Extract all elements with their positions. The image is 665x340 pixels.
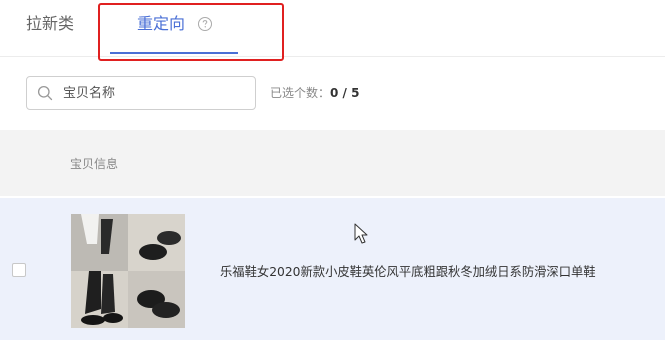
search-input[interactable]: [63, 79, 249, 107]
selected-count-value: 0 / 5: [330, 86, 360, 100]
tab-laxin[interactable]: 拉新类: [26, 13, 74, 35]
table-row[interactable]: 乐福鞋女2020新款小皮鞋英伦风平底粗跟秋冬加绒日系防滑深口单鞋: [0, 198, 665, 340]
column-header-product-info: 宝贝信息: [70, 157, 119, 171]
annotation-highlight-box: [98, 3, 284, 61]
row-checkbox[interactable]: [12, 263, 26, 277]
selected-count-label: 已选个数：: [270, 86, 331, 100]
product-title[interactable]: 乐福鞋女2020新款小皮鞋英伦风平底粗跟秋冬加绒日系防滑深口单鞋: [220, 264, 596, 280]
selected-count: 已选个数：0 / 5: [270, 85, 359, 101]
search-box[interactable]: [26, 76, 256, 110]
product-thumbnail: [71, 214, 185, 328]
search-icon: [37, 85, 53, 101]
mouse-pointer-icon: [354, 223, 368, 244]
table-header: 宝贝信息: [0, 130, 665, 196]
tab-bar: 拉新类 重定向: [0, 0, 665, 61]
